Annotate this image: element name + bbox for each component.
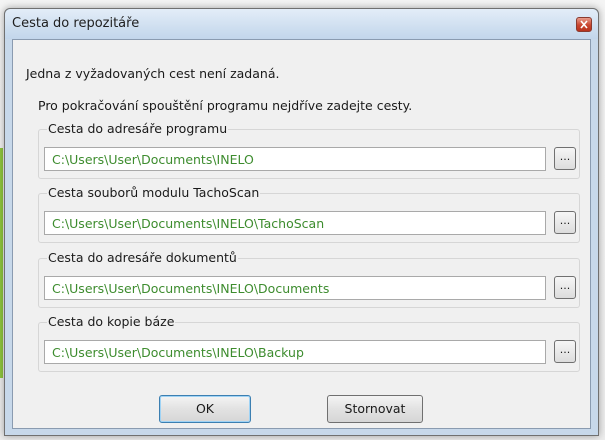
backup-path-label: Cesta do kopie báze — [47, 314, 176, 329]
tachoscan-path-input[interactable]: C:\Users\User\Documents\INELO\TachoScan — [44, 211, 546, 235]
close-icon — [580, 20, 588, 29]
tachoscan-path-browse-button[interactable]: ... — [554, 211, 576, 234]
cancel-button[interactable]: Stornovat — [327, 395, 423, 423]
documents-path-label: Cesta do adresáře dokumentů — [47, 250, 238, 265]
program-path-group: Cesta do adresáře programu C:\Users\User… — [38, 121, 580, 181]
close-button[interactable] — [576, 17, 592, 32]
program-path-browse-button[interactable]: ... — [554, 147, 576, 170]
program-path-label: Cesta do adresáře programu — [47, 121, 229, 136]
backup-path-input[interactable]: C:\Users\User\Documents\INELO\Backup — [44, 340, 546, 364]
tachoscan-path-label: Cesta souborů modulu TachoScan — [47, 185, 261, 200]
ok-button[interactable]: OK — [159, 395, 251, 423]
window-title: Cesta do repozitáře — [12, 16, 140, 31]
tachoscan-path-group: Cesta souborů modulu TachoScan C:\Users\… — [38, 185, 580, 245]
backup-path-group: Cesta do kopie báze C:\Users\User\Docume… — [38, 314, 580, 374]
program-path-input[interactable]: C:\Users\User\Documents\INELO — [44, 147, 546, 171]
missing-path-message: Jedna z vyžadovaných cest není zadaná. — [26, 66, 280, 81]
documents-path-group: Cesta do adresáře dokumentů C:\Users\Use… — [38, 250, 580, 310]
backup-path-browse-button[interactable]: ... — [554, 340, 576, 363]
dialog-window: Cesta do repozitáře Jedna z vyžadovaných… — [4, 8, 599, 436]
documents-path-input[interactable]: C:\Users\User\Documents\INELO\Documents — [44, 276, 546, 300]
title-bar[interactable]: Cesta do repozitáře — [5, 9, 598, 39]
instruction-message: Pro pokračování spouštění programu nejdř… — [38, 98, 413, 113]
dialog-body: Jedna z vyžadovaných cest není zadaná. P… — [12, 39, 591, 429]
documents-path-browse-button[interactable]: ... — [554, 276, 576, 299]
background-accent-strip — [0, 148, 3, 378]
